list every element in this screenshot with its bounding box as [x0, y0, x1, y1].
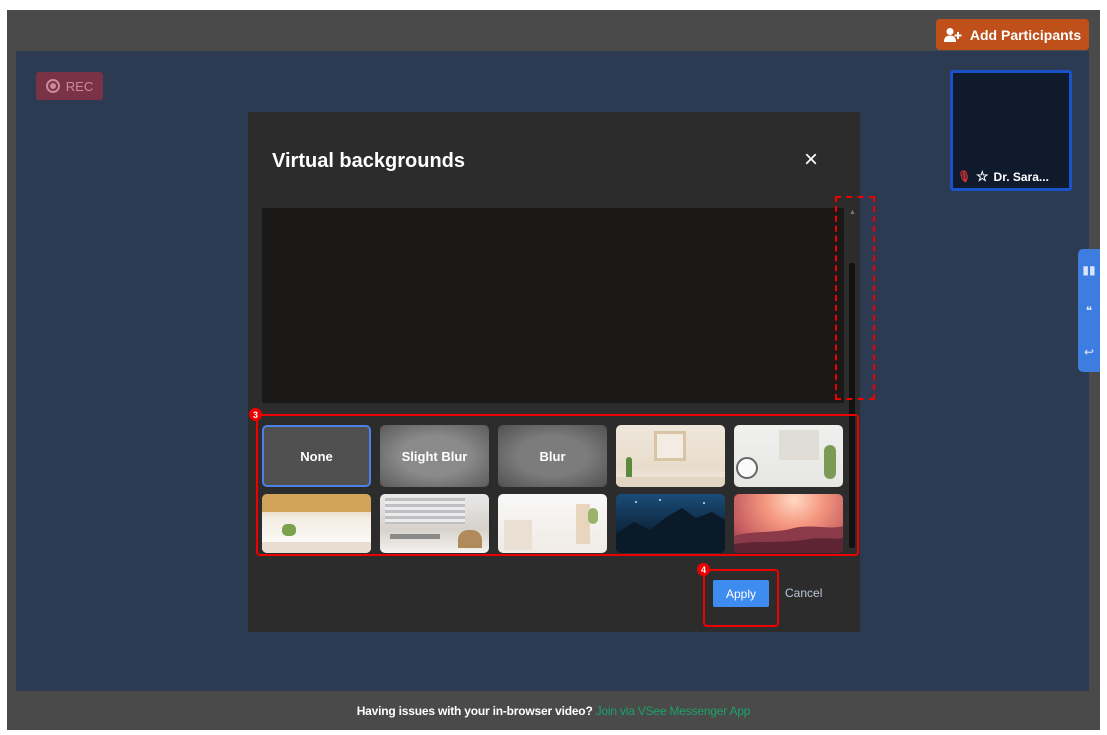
thumbs-icon[interactable]: ❝ [1086, 304, 1092, 318]
add-user-icon [943, 27, 962, 42]
virtual-backgrounds-dialog: Virtual backgrounds × ▲ None Slight Blur… [248, 112, 875, 632]
mic-off-icon: 🎙︎ [957, 171, 971, 183]
right-side-dock: ▮▮ ❝ ↩ [1078, 249, 1100, 372]
record-icon [45, 79, 60, 93]
record-label: REC [65, 78, 94, 94]
annotation-badge-3: 3 [249, 408, 262, 421]
star-icon[interactable]: ☆ [976, 168, 989, 185]
footer-message: Having issues with your in-browser video… [356, 703, 593, 718]
footer-bar: Having issues with your in-browser video… [7, 691, 1100, 730]
participant-meta: 🎙︎ ☆ Dr. Sara... [957, 168, 1065, 185]
annotation-badge-4: 4 [697, 563, 710, 576]
record-button[interactable]: REC [36, 72, 103, 100]
footer-messenger-link[interactable]: Join via VSee Messenger App [596, 704, 751, 718]
add-participants-button[interactable]: Add Participants [936, 19, 1089, 50]
top-bar: Add Participants [7, 10, 1100, 51]
participant-name: Dr. Sara... [993, 169, 1049, 184]
annotation-dashed-scrollbar [835, 196, 875, 400]
reply-icon[interactable]: ↩ [1084, 345, 1094, 359]
annotation-box-apply [703, 569, 779, 627]
cancel-button[interactable]: Cancel [785, 586, 822, 600]
close-icon[interactable]: × [801, 148, 821, 172]
add-participants-label: Add Participants [969, 26, 1082, 43]
book-icon[interactable]: ▮▮ [1082, 263, 1095, 277]
annotation-box-backgrounds [256, 414, 859, 556]
camera-preview [262, 208, 844, 403]
participant-tile[interactable]: 🎙︎ ☆ Dr. Sara... [950, 70, 1072, 191]
app-window: Add Participants REC 🎙︎ ☆ Dr. Sara... ▮▮… [7, 10, 1100, 730]
dialog-title: Virtual backgrounds [272, 150, 466, 172]
